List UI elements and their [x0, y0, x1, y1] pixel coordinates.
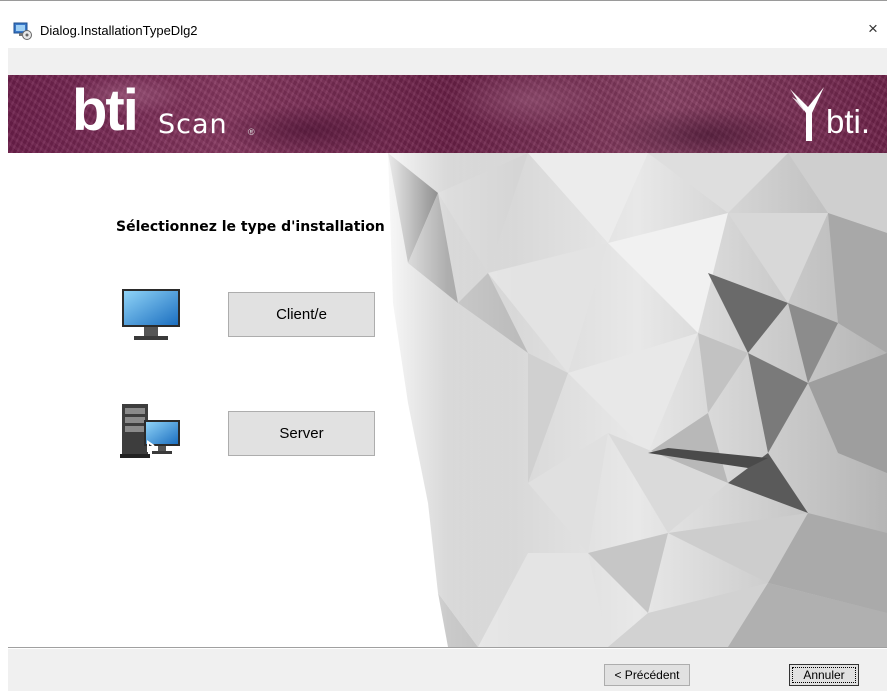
brand-banner: bti Scan ® bti.	[8, 75, 887, 153]
hummingbird-logo-icon	[790, 87, 824, 141]
header-strip	[8, 48, 887, 75]
server-icon	[120, 404, 180, 458]
installer-app-icon	[13, 22, 32, 40]
previous-button[interactable]: < Précédent	[604, 664, 690, 686]
cancel-button[interactable]: Annuler	[789, 664, 859, 686]
logo-text: bti.	[826, 103, 871, 140]
window-title: Dialog.InstallationTypeDlg2	[40, 23, 198, 38]
page-heading: Sélectionnez le type d'installation	[116, 219, 385, 235]
client-option-button[interactable]: Client/e	[228, 292, 375, 337]
monitor-icon	[122, 289, 180, 340]
product-name: Scan	[158, 109, 228, 140]
footer-bar	[8, 649, 887, 691]
server-option-button[interactable]: Server	[228, 411, 375, 456]
window-titlebar: Dialog.InstallationTypeDlg2 ×	[0, 0, 887, 48]
close-icon[interactable]: ×	[868, 18, 887, 40]
registered-mark: ®	[248, 127, 255, 137]
brand-name: bti	[72, 78, 139, 143]
